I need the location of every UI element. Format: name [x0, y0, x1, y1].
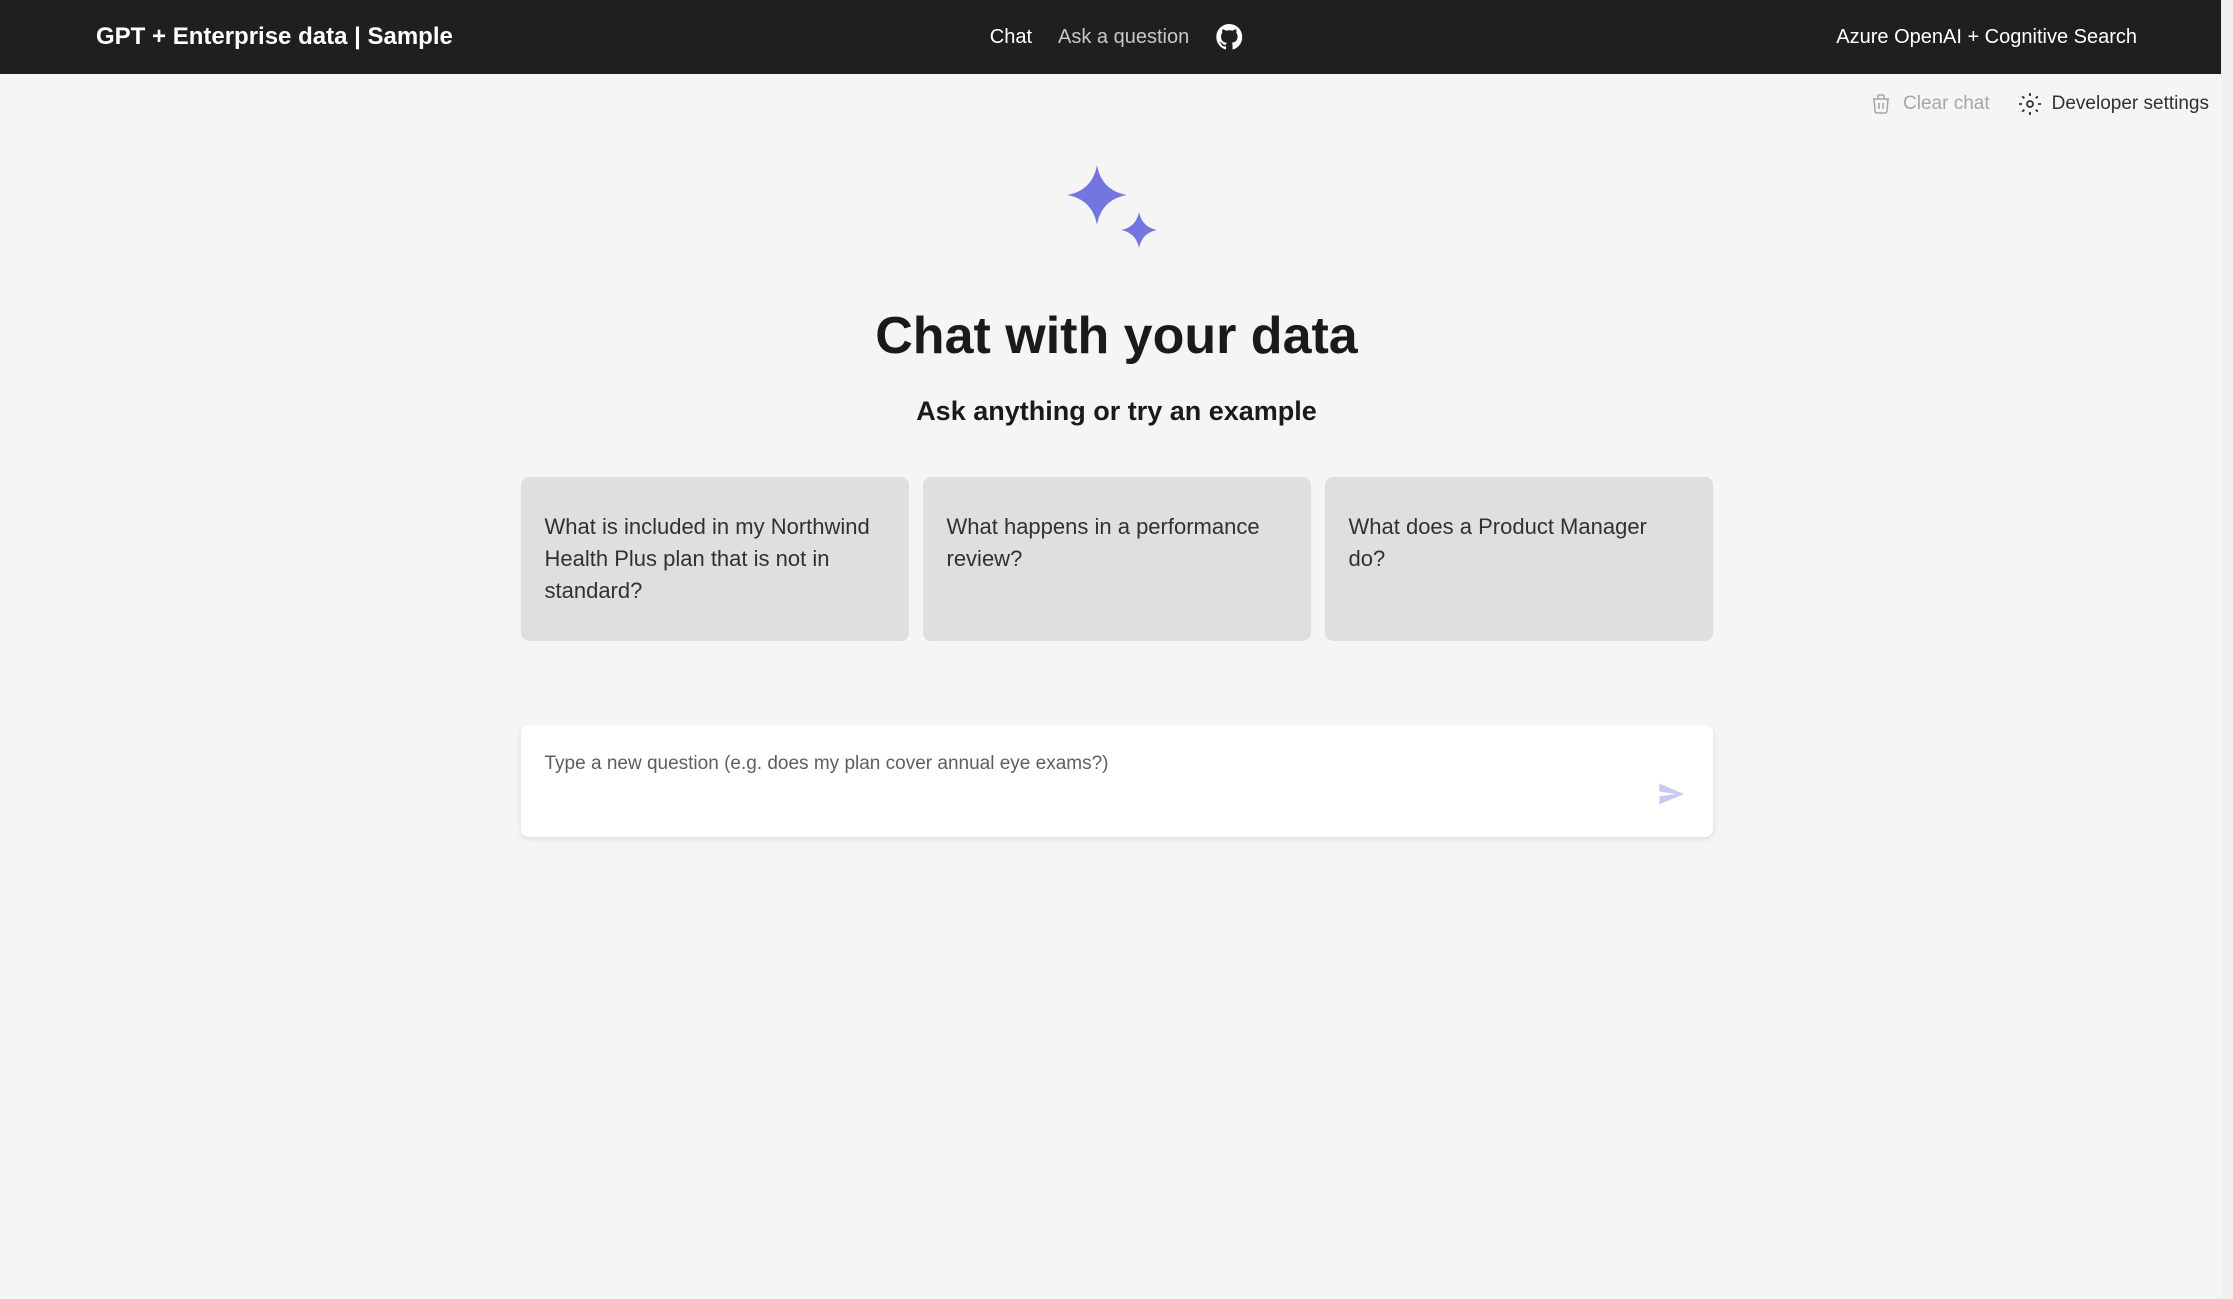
- github-icon[interactable]: [1215, 23, 1243, 51]
- clear-chat-label: Clear chat: [1903, 93, 1990, 115]
- toolbar: Clear chat Developer settings: [0, 74, 2233, 134]
- nav-chat[interactable]: Chat: [990, 26, 1032, 49]
- sparkle-icon: [1052, 160, 1182, 270]
- dev-settings-label: Developer settings: [2052, 93, 2209, 115]
- example-card[interactable]: What is included in my Northwind Health …: [521, 477, 909, 641]
- header-tagline: Azure OpenAI + Cognitive Search: [1836, 26, 2137, 49]
- clear-chat-button[interactable]: Clear chat: [1869, 92, 1990, 116]
- gear-icon: [2018, 92, 2042, 116]
- app-title: GPT + Enterprise data | Sample: [96, 23, 453, 51]
- nav: Chat Ask a question: [990, 23, 1243, 51]
- scrollbar[interactable]: [2221, 0, 2233, 1299]
- main-content: Chat with your data Ask anything or try …: [0, 134, 2233, 837]
- chat-input-container: [521, 725, 1713, 837]
- example-list: What is included in my Northwind Health …: [521, 477, 1713, 641]
- page-title: Chat with your data: [875, 306, 1357, 366]
- app-header: GPT + Enterprise data | Sample Chat Ask …: [0, 0, 2233, 74]
- chat-input[interactable]: [545, 753, 1653, 775]
- example-card[interactable]: What happens in a performance review?: [923, 477, 1311, 641]
- page-subtitle: Ask anything or try an example: [916, 396, 1317, 427]
- dev-settings-button[interactable]: Developer settings: [2018, 92, 2209, 116]
- send-button[interactable]: [1653, 776, 1689, 817]
- example-card[interactable]: What does a Product Manager do?: [1325, 477, 1713, 641]
- nav-ask[interactable]: Ask a question: [1058, 26, 1189, 49]
- send-icon: [1657, 795, 1685, 812]
- trash-icon: [1869, 92, 1893, 116]
